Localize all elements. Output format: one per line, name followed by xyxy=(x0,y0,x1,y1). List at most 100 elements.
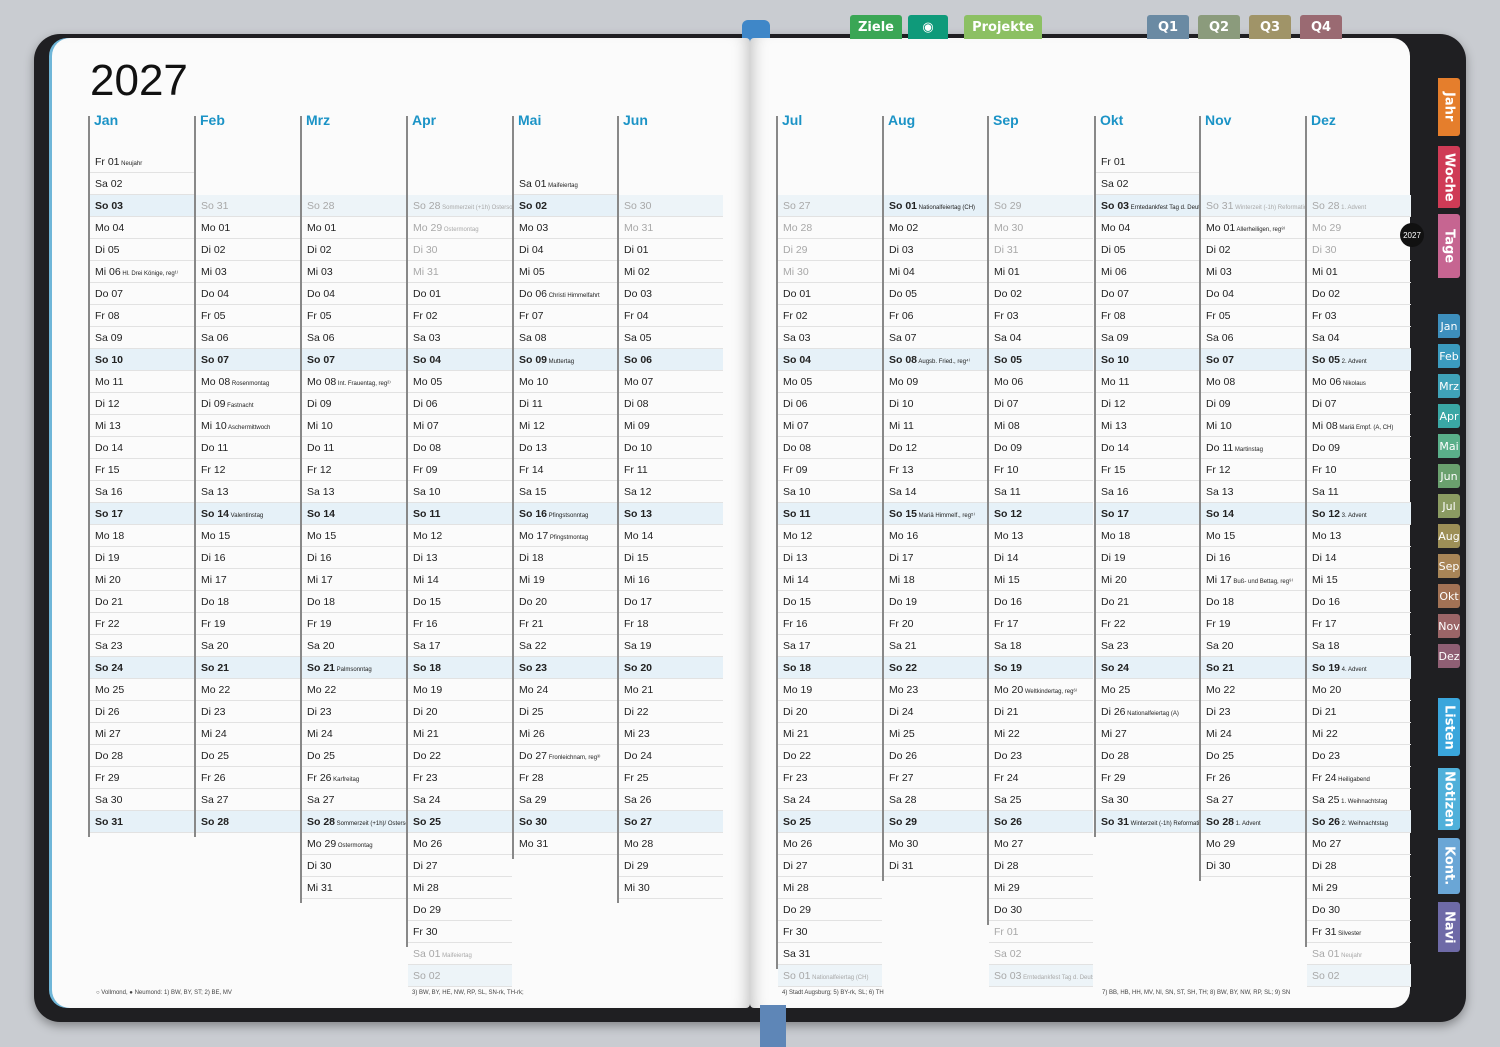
day-cell[interactable]: Fr 22 xyxy=(90,613,194,635)
day-cell[interactable]: Fr 07 xyxy=(514,305,618,327)
top-tab-2[interactable]: Projekte xyxy=(964,15,1042,39)
day-cell[interactable]: Di 21 xyxy=(989,701,1093,723)
day-cell[interactable]: Sa 28 xyxy=(884,789,988,811)
day-cell[interactable]: Do 28 xyxy=(1096,745,1200,767)
adjacent-day-cell[interactable]: So 30 xyxy=(619,195,723,217)
day-cell[interactable]: Mi 18 xyxy=(884,569,988,591)
day-cell[interactable]: So 25 xyxy=(408,811,512,833)
day-cell[interactable]: Sa 10 xyxy=(778,481,882,503)
day-cell[interactable]: Di 05 xyxy=(90,239,194,261)
day-cell[interactable]: Mo 07 xyxy=(619,371,723,393)
day-cell[interactable]: So 31 Winterzeit (-1h) Reformationstag, … xyxy=(1096,811,1200,833)
day-cell[interactable]: Fr 08 xyxy=(1096,305,1200,327)
day-cell[interactable]: Di 02 xyxy=(1201,239,1305,261)
month-heading[interactable]: Mai xyxy=(512,112,618,132)
adjacent-day-cell[interactable]: Mi 30 xyxy=(778,261,882,283)
day-cell[interactable]: So 18 xyxy=(778,657,882,679)
month-heading[interactable]: Okt xyxy=(1094,112,1200,132)
side-tab-17[interactable]: Kont. xyxy=(1438,838,1460,894)
day-cell[interactable]: Mi 01 xyxy=(1307,261,1411,283)
adjacent-day-cell[interactable]: Mi 31 xyxy=(408,261,512,283)
day-cell[interactable]: Mi 25 xyxy=(884,723,988,745)
day-cell[interactable]: Sa 13 xyxy=(1201,481,1305,503)
day-cell[interactable]: Di 06 xyxy=(778,393,882,415)
adjacent-day-cell[interactable]: So 28 1. Advent xyxy=(1307,195,1411,217)
day-cell[interactable]: Do 29 xyxy=(778,899,882,921)
day-cell[interactable]: Di 26 Nationalfeiertag (A) xyxy=(1096,701,1200,723)
day-cell[interactable]: Di 30 xyxy=(1201,855,1305,877)
day-cell[interactable]: Sa 27 xyxy=(302,789,406,811)
adjacent-day-cell[interactable]: Sa 02 xyxy=(989,943,1093,965)
day-cell[interactable]: Do 25 xyxy=(196,745,300,767)
month-heading[interactable]: Sep xyxy=(987,112,1093,132)
day-cell[interactable]: So 05 xyxy=(989,349,1093,371)
day-cell[interactable]: So 16 Pfingstsonntag xyxy=(514,503,618,525)
day-cell[interactable]: Mi 07 xyxy=(778,415,882,437)
side-tab-3[interactable]: Jan xyxy=(1438,314,1460,338)
day-cell[interactable]: Fr 03 xyxy=(989,305,1093,327)
adjacent-day-cell[interactable]: Mo 28 xyxy=(778,217,882,239)
day-cell[interactable]: Mi 12 xyxy=(514,415,618,437)
day-cell[interactable]: Fr 12 xyxy=(302,459,406,481)
day-cell[interactable]: Fr 04 xyxy=(619,305,723,327)
day-cell[interactable]: Mo 30 xyxy=(884,833,988,855)
day-cell[interactable]: Sa 24 xyxy=(778,789,882,811)
day-cell[interactable]: Fr 25 xyxy=(619,767,723,789)
day-cell[interactable]: Mo 22 xyxy=(1201,679,1305,701)
day-cell[interactable]: So 12 xyxy=(989,503,1093,525)
day-cell[interactable]: Sa 17 xyxy=(408,635,512,657)
day-cell[interactable]: Fr 09 xyxy=(778,459,882,481)
day-cell[interactable]: Mo 20 xyxy=(1307,679,1411,701)
adjacent-day-cell[interactable]: Mo 29 Ostermontag xyxy=(408,217,512,239)
day-cell[interactable]: So 30 xyxy=(514,811,618,833)
side-tab-8[interactable]: Jun xyxy=(1438,464,1460,488)
side-tab-10[interactable]: Aug xyxy=(1438,524,1460,548)
day-cell[interactable]: Mi 20 xyxy=(1096,569,1200,591)
top-tab-4[interactable]: Q2 xyxy=(1198,15,1240,39)
day-cell[interactable]: Do 04 xyxy=(1201,283,1305,305)
day-cell[interactable]: Mi 30 xyxy=(619,877,723,899)
day-cell[interactable]: Mi 23 xyxy=(619,723,723,745)
day-cell[interactable]: Fr 16 xyxy=(778,613,882,635)
day-cell[interactable]: Sa 23 xyxy=(90,635,194,657)
day-cell[interactable]: Di 19 xyxy=(1096,547,1200,569)
month-heading[interactable]: Aug xyxy=(882,112,988,132)
month-heading[interactable]: Dez xyxy=(1305,112,1411,132)
day-cell[interactable]: Do 06 Christi Himmelfahrt xyxy=(514,283,618,305)
side-tab-9[interactable]: Jul xyxy=(1438,494,1460,518)
day-cell[interactable]: So 24 xyxy=(1096,657,1200,679)
side-tab-0[interactable]: Jahr xyxy=(1438,78,1460,136)
day-cell[interactable]: Mo 15 xyxy=(196,525,300,547)
day-cell[interactable]: Di 27 xyxy=(778,855,882,877)
day-cell[interactable]: Sa 17 xyxy=(778,635,882,657)
day-cell[interactable]: Fr 08 xyxy=(90,305,194,327)
day-cell[interactable]: So 22 xyxy=(884,657,988,679)
day-cell[interactable]: So 05 2. Advent xyxy=(1307,349,1411,371)
day-cell[interactable]: So 03 xyxy=(90,195,194,217)
top-tab-1[interactable]: ◉ xyxy=(908,15,948,39)
month-heading[interactable]: Apr xyxy=(406,112,512,132)
day-cell[interactable]: Di 21 xyxy=(1307,701,1411,723)
day-cell[interactable]: Mi 05 xyxy=(514,261,618,283)
day-cell[interactable]: Mo 15 xyxy=(302,525,406,547)
day-cell[interactable]: Mo 25 xyxy=(1096,679,1200,701)
side-tab-16[interactable]: Notizen xyxy=(1438,768,1460,830)
day-cell[interactable]: Di 11 xyxy=(514,393,618,415)
adjacent-day-cell[interactable]: So 27 xyxy=(778,195,882,217)
day-cell[interactable]: Di 04 xyxy=(514,239,618,261)
day-cell[interactable]: Mo 24 xyxy=(514,679,618,701)
day-cell[interactable]: Sa 25 1. Weihnachtstag xyxy=(1307,789,1411,811)
day-cell[interactable]: Sa 09 xyxy=(90,327,194,349)
day-cell[interactable]: Sa 02 xyxy=(1096,173,1200,195)
day-cell[interactable]: Mo 29 Ostermontag xyxy=(302,833,406,855)
day-cell[interactable]: Mo 06 Nikolaus xyxy=(1307,371,1411,393)
day-cell[interactable]: Fr 26 xyxy=(196,767,300,789)
day-cell[interactable]: So 12 3. Advent xyxy=(1307,503,1411,525)
day-cell[interactable]: Do 24 xyxy=(619,745,723,767)
day-cell[interactable]: So 10 xyxy=(90,349,194,371)
day-cell[interactable]: Sa 07 xyxy=(884,327,988,349)
day-cell[interactable]: Mi 14 xyxy=(408,569,512,591)
day-cell[interactable]: Mo 26 xyxy=(778,833,882,855)
day-cell[interactable]: Mi 07 xyxy=(408,415,512,437)
day-cell[interactable]: Fr 23 xyxy=(408,767,512,789)
